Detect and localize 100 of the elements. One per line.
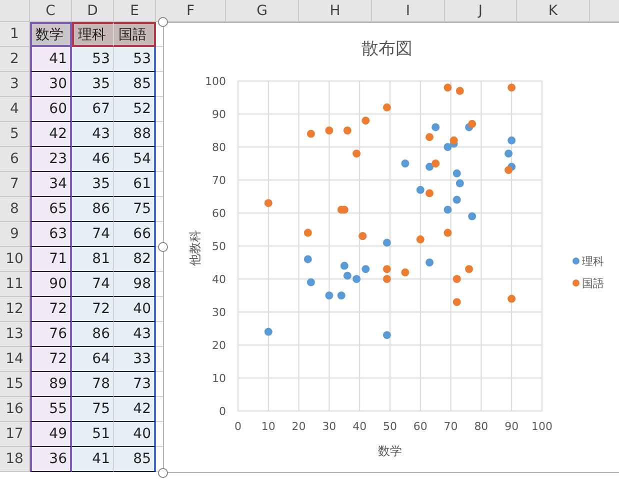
- cell: 40: [114, 422, 156, 447]
- row-header[interactable]: 18: [0, 447, 30, 472]
- data-point: [468, 212, 476, 220]
- column-header[interactable]: H: [299, 0, 372, 22]
- chart-area[interactable]: 0 10 20 30 40 50 60 70 80 90 100 0 10 20 30 40 50 60 70 80 90 100 散布図 数学 他教科 理科 国語: [163, 22, 619, 473]
- data-point: [452, 275, 461, 283]
- data-point: [426, 258, 434, 266]
- cell: 36: [30, 447, 72, 472]
- row-header[interactable]: 1: [0, 22, 30, 47]
- y-axis-tick-label: 10: [212, 372, 226, 385]
- legend-label: 国語: [582, 277, 604, 290]
- cell: 75: [72, 397, 114, 422]
- data-point: [426, 133, 434, 142]
- data-point: [416, 186, 424, 194]
- data-point: [325, 126, 334, 134]
- cell: 53: [72, 47, 114, 72]
- cell: 90: [30, 272, 72, 297]
- header-cell: 数学: [30, 22, 72, 47]
- data-point: [465, 265, 474, 274]
- row-header[interactable]: 3: [0, 72, 30, 97]
- x-axis-tick-label: 90: [504, 420, 519, 433]
- cell: 65: [30, 197, 72, 222]
- row-header[interactable]: 16: [0, 397, 30, 422]
- data-point: [306, 278, 315, 286]
- row-header[interactable]: 5: [0, 122, 30, 147]
- cell: 63: [30, 222, 72, 247]
- data-point: [362, 265, 370, 274]
- data-point: [508, 294, 516, 303]
- row-header[interactable]: 6: [0, 147, 30, 172]
- data-point: [382, 103, 391, 112]
- y-axis-tick-label: 70: [212, 174, 226, 187]
- column-header[interactable]: K: [517, 0, 590, 22]
- data-point: [426, 189, 434, 198]
- cell: 98: [114, 272, 156, 297]
- row-header[interactable]: 15: [0, 372, 30, 397]
- header-cell: 理科: [72, 22, 114, 47]
- header-cell: 国語: [114, 22, 156, 47]
- row-header[interactable]: 9: [0, 222, 30, 247]
- data-point: [432, 123, 440, 132]
- column-header[interactable]: I: [372, 0, 445, 22]
- row-header[interactable]: 13: [0, 322, 30, 347]
- data-point: [304, 255, 312, 264]
- cell: 78: [72, 372, 114, 397]
- y-axis-tick-label: 40: [212, 273, 226, 286]
- data-point: [325, 292, 334, 300]
- resize-handle[interactable]: [158, 468, 168, 478]
- cell: 60: [30, 97, 72, 122]
- cell: 86: [72, 322, 114, 347]
- data-point: [382, 331, 391, 340]
- data-point: [304, 228, 312, 237]
- data-point: [382, 265, 391, 274]
- row-header[interactable]: 17: [0, 422, 30, 447]
- data-point: [264, 199, 272, 208]
- data-point: [306, 130, 315, 138]
- cell: 82: [114, 247, 156, 272]
- cell: 74: [72, 222, 114, 247]
- data-point: [264, 328, 272, 336]
- column-header[interactable]: D: [72, 0, 114, 22]
- cell: 41: [72, 447, 114, 472]
- row-header[interactable]: 14: [0, 347, 30, 372]
- cell: 66: [114, 222, 156, 247]
- data-point: [362, 116, 370, 125]
- cell: 85: [114, 72, 156, 97]
- cell: 33: [114, 347, 156, 372]
- cell: 54: [114, 147, 156, 172]
- column-header[interactable]: E: [114, 0, 156, 22]
- data-point: [343, 126, 352, 134]
- column-header[interactable]: F: [156, 0, 226, 22]
- y-axis-title: 他教科: [188, 230, 202, 266]
- y-axis-tick-label: 50: [212, 240, 226, 253]
- data-point: [456, 86, 464, 95]
- data-point: [504, 150, 513, 158]
- cell: 42: [114, 397, 156, 422]
- data-point: [508, 84, 516, 92]
- resize-handle[interactable]: [158, 242, 168, 252]
- column-header[interactable]: C: [30, 0, 72, 22]
- cell: 67: [72, 97, 114, 122]
- cell: 88: [114, 122, 156, 147]
- cell: 76: [30, 322, 72, 347]
- cell: 72: [72, 297, 114, 322]
- x-axis-tick-label: 80: [474, 420, 488, 433]
- x-axis-tick-label: 40: [352, 420, 367, 433]
- cell: 49: [30, 422, 72, 447]
- cell: 52: [114, 97, 156, 122]
- column-header[interactable]: J: [445, 0, 517, 22]
- row-header[interactable]: 8: [0, 197, 30, 222]
- column-header[interactable]: G: [226, 0, 299, 22]
- row-header[interactable]: 11: [0, 272, 30, 297]
- row-header[interactable]: 7: [0, 172, 30, 197]
- row-header[interactable]: 10: [0, 247, 30, 272]
- data-point: [401, 160, 410, 168]
- row-header[interactable]: 12: [0, 297, 30, 322]
- data-point: [444, 206, 452, 214]
- cell: 71: [30, 247, 72, 272]
- cell: 41: [30, 47, 72, 72]
- legend-label: 理科: [582, 255, 604, 268]
- cell: 86: [72, 197, 114, 222]
- row-header[interactable]: 2: [0, 47, 30, 72]
- cell: 61: [114, 172, 156, 197]
- row-header[interactable]: 4: [0, 97, 30, 122]
